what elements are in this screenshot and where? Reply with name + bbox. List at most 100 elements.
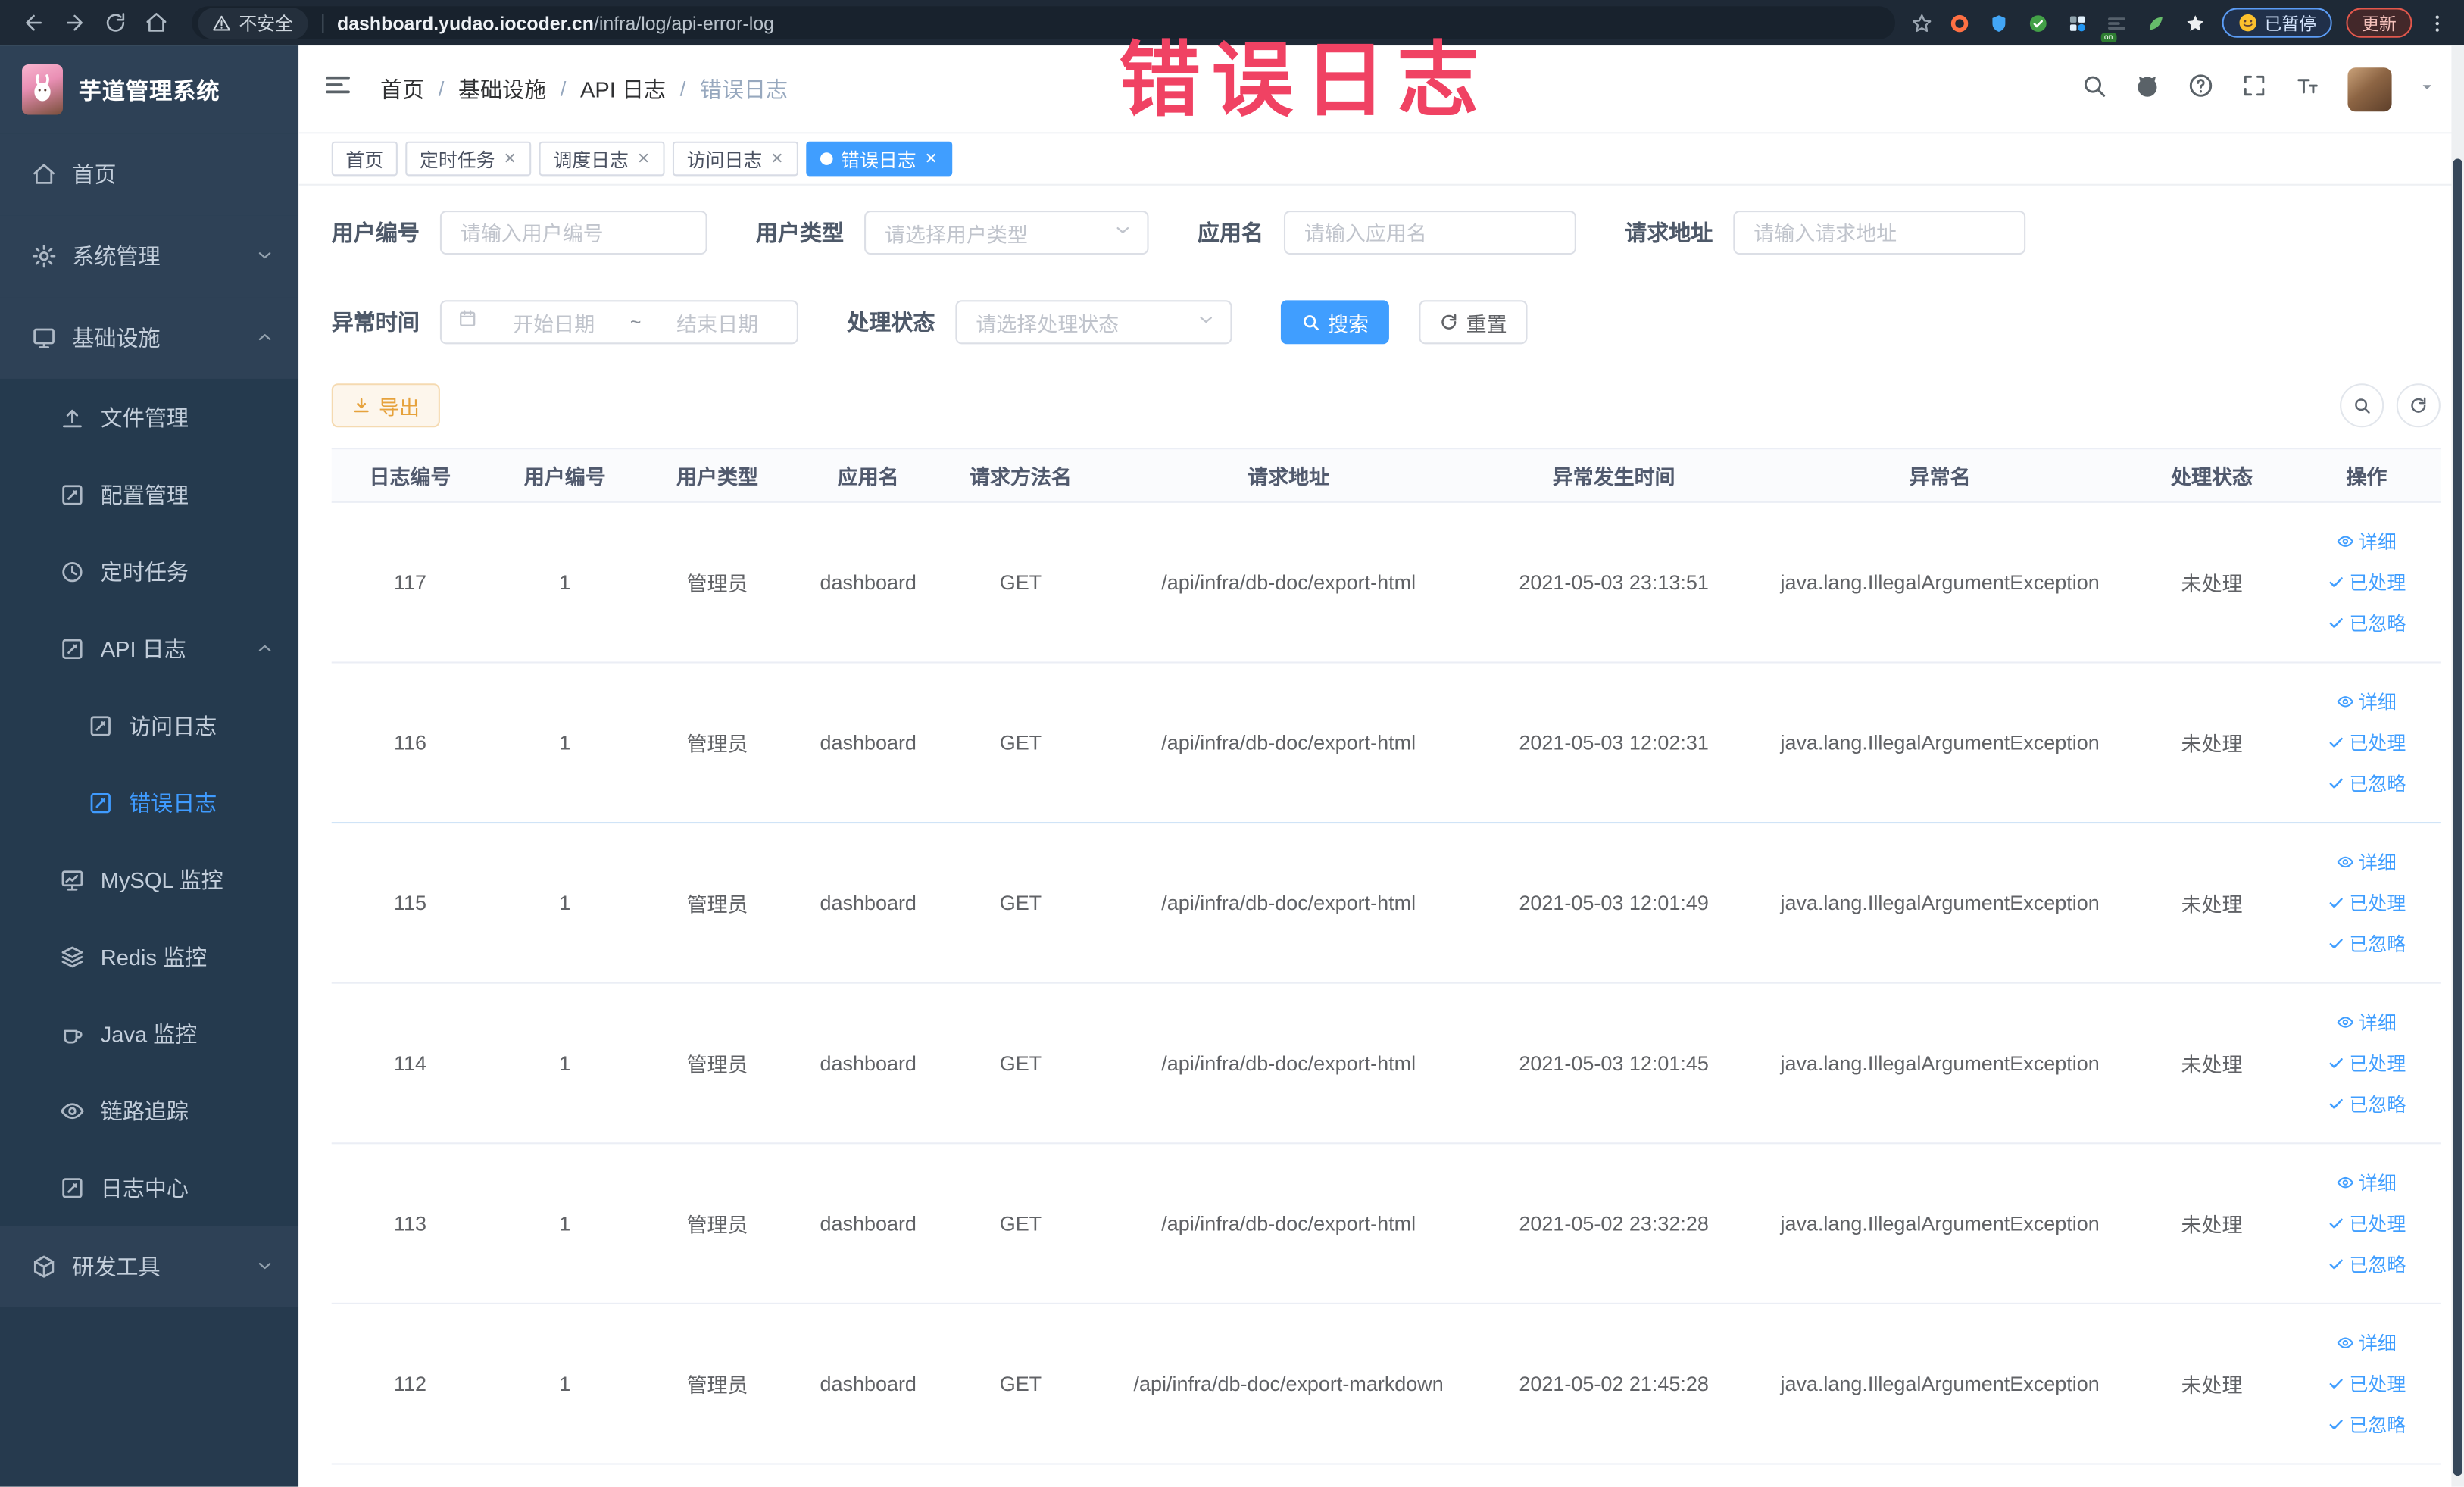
github-icon[interactable] (2134, 71, 2160, 106)
extension-icon-green-circle[interactable] (2025, 10, 2050, 35)
breadcrumb-infrastructure[interactable]: 基础设施 (458, 73, 546, 104)
detail-link[interactable]: 详细 (2337, 528, 2397, 555)
sidebar-item-redis-monitor[interactable]: Redis 监控 (0, 918, 298, 995)
reset-button[interactable]: 重置 (1419, 300, 1528, 345)
table-row: 117 1 管理员 dashboard GET /api/infra/db-do… (331, 503, 2441, 664)
mark-processed-link[interactable]: 已处理 (2327, 1050, 2406, 1076)
extension-icon-grid[interactable] (2065, 10, 2090, 35)
sidebar-item-dev-tools[interactable]: 研发工具 (0, 1226, 299, 1308)
tab-schedule-log[interactable]: 调度日志 (539, 141, 665, 177)
mark-ignored-link[interactable]: 已忽略 (2327, 1091, 2406, 1117)
reload-icon[interactable] (94, 4, 135, 42)
sidebar-item-log-center[interactable]: 日志中心 (0, 1149, 298, 1226)
mark-processed-link[interactable]: 已处理 (2327, 569, 2406, 595)
detail-link[interactable]: 详细 (2337, 1329, 2397, 1356)
detail-link[interactable]: 详细 (2337, 689, 2397, 715)
log-icon (60, 636, 85, 661)
sidebar-item-file-management[interactable]: 文件管理 (0, 379, 298, 456)
check-icon (2329, 618, 2343, 629)
forward-icon[interactable] (54, 4, 95, 42)
caret-down-icon[interactable] (2419, 75, 2436, 103)
export-button[interactable]: 导出 (331, 383, 440, 428)
close-icon[interactable] (503, 148, 517, 170)
mark-processed-link[interactable]: 已处理 (2327, 729, 2406, 756)
scrollbar-thumb[interactable] (2453, 158, 2462, 1476)
start-date-placeholder: 开始日期 (513, 311, 595, 336)
extension-icon-proxy[interactable]: on (2100, 10, 2129, 42)
tab-scheduled-tasks[interactable]: 定时任务 (405, 141, 532, 177)
profile-paused-badge[interactable]: 已暂停 (2222, 8, 2332, 38)
mark-processed-link[interactable]: 已处理 (2327, 1210, 2406, 1236)
mark-processed-link[interactable]: 已处理 (2327, 1370, 2406, 1397)
fullscreen-icon[interactable] (2241, 71, 2267, 106)
extension-icon-leaf[interactable] (2144, 10, 2169, 35)
detail-link[interactable]: 详细 (2337, 848, 2397, 875)
toggle-search-button[interactable] (2340, 383, 2384, 428)
error-log-table: 日志编号 用户编号 用户类型 应用名 请求方法名 请求地址 异常发生时间 异常名… (331, 448, 2441, 1465)
sidebar-item-config-management[interactable]: 配置管理 (0, 456, 298, 533)
security-chip[interactable]: 不安全 (198, 7, 308, 39)
sidebar-item-infrastructure[interactable]: 基础设施 (0, 297, 299, 379)
check-icon (2329, 1420, 2343, 1430)
request-url-input[interactable] (1733, 210, 2026, 255)
smiley-icon (2239, 14, 2256, 32)
user-type-label: 用户类型 (755, 220, 845, 245)
mark-ignored-link[interactable]: 已忽略 (2327, 930, 2406, 957)
edit-icon (60, 482, 85, 507)
tab-access-log[interactable]: 访问日志 (673, 141, 799, 177)
table-toolbar: 导出 (331, 383, 2441, 428)
close-icon[interactable] (924, 148, 938, 170)
sidebar-item-trace[interactable]: 链路追踪 (0, 1072, 298, 1149)
home-icon (31, 162, 56, 187)
home-icon[interactable] (135, 4, 176, 42)
search-button[interactable]: 搜索 (1280, 300, 1389, 345)
table-row: 114 1 管理员 dashboard GET /api/infra/db-do… (331, 984, 2441, 1145)
browser-menu-icon[interactable] (2426, 12, 2448, 34)
sidebar-item-access-log[interactable]: 访问日志 (0, 687, 298, 764)
search-icon[interactable] (2081, 71, 2107, 106)
refresh-table-button[interactable] (2396, 383, 2441, 428)
exception-time-range-picker[interactable]: 开始日期 ~ 结束日期 (439, 300, 798, 345)
user-avatar[interactable] (2347, 67, 2392, 111)
extension-icon-puzzle[interactable] (2183, 10, 2208, 35)
mark-ignored-link[interactable]: 已忽略 (2327, 770, 2406, 797)
hamburger-icon[interactable] (323, 70, 351, 107)
sidebar-item-mysql-monitor[interactable]: MySQL 监控 (0, 841, 298, 918)
bookmark-star-icon[interactable] (1911, 12, 1933, 34)
user-id-input[interactable] (439, 210, 707, 255)
mark-ignored-link[interactable]: 已忽略 (2327, 1411, 2406, 1438)
app-logo[interactable]: 芋道管理系统 (0, 45, 299, 134)
check-icon (2329, 1379, 2343, 1389)
browser-update-button[interactable]: 更新 (2346, 8, 2412, 38)
page-url[interactable]: dashboard.yudao.iocoder.cn/infra/log/api… (337, 12, 774, 34)
sidebar-item-java-monitor[interactable]: Java 监控 (0, 995, 298, 1072)
extension-icon-shield[interactable] (1986, 10, 2011, 35)
mark-ignored-link[interactable]: 已忽略 (2327, 1251, 2406, 1277)
detail-link[interactable]: 详细 (2337, 1009, 2397, 1036)
back-icon[interactable] (13, 4, 54, 42)
sidebar-item-system-management[interactable]: 系统管理 (0, 215, 299, 298)
sidebar-item-home[interactable]: 首页 (0, 133, 299, 216)
tab-error-log[interactable]: 错误日志 (806, 141, 953, 177)
help-icon[interactable] (2188, 71, 2214, 106)
user-type-select[interactable]: 请选择用户类型 (864, 210, 1149, 255)
sidebar-item-error-log[interactable]: 错误日志 (0, 764, 298, 841)
tab-home[interactable]: 首页 (331, 141, 398, 177)
address-bar[interactable]: 不安全 dashboard.yudao.iocoder.cn/infra/log… (192, 6, 1895, 39)
close-icon[interactable] (770, 148, 785, 170)
sidebar-item-scheduled-tasks[interactable]: 定时任务 (0, 533, 298, 610)
close-icon[interactable] (636, 148, 651, 170)
app-name-input[interactable] (1283, 210, 1576, 255)
chevron-down-icon (1114, 218, 1132, 246)
extension-icon-ring[interactable] (1947, 10, 1972, 35)
font-size-icon[interactable] (2294, 71, 2321, 106)
mark-ignored-link[interactable]: 已忽略 (2327, 610, 2406, 636)
mark-processed-link[interactable]: 已处理 (2327, 889, 2406, 916)
breadcrumb-home[interactable]: 首页 (380, 73, 424, 104)
breadcrumb-api-log[interactable]: API 日志 (580, 73, 666, 104)
table-row: 116 1 管理员 dashboard GET /api/infra/db-do… (331, 663, 2441, 824)
sidebar-item-api-log[interactable]: API 日志 (0, 610, 298, 687)
scrollbar[interactable] (2451, 45, 2464, 1487)
process-status-select[interactable]: 请选择处理状态 (955, 300, 1232, 345)
detail-link[interactable]: 详细 (2337, 1170, 2397, 1196)
